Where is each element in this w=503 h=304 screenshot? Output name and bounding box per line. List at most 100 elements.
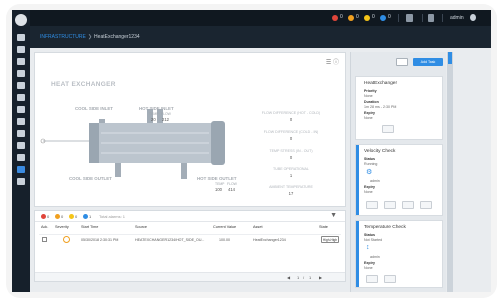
nav-docs-icon[interactable] [17,82,25,89]
major-alert-icon[interactable] [348,15,354,21]
task-title: Temperature Check [364,225,406,230]
cool-outlet-pipe [115,163,121,177]
help-icon[interactable] [428,14,434,22]
nav-tags-icon[interactable] [17,154,25,161]
priority-label: Priority [364,89,377,93]
nav-chart-icon[interactable] [17,130,25,137]
prev-page-icon[interactable]: ◀ [287,275,290,280]
ack-checkbox[interactable] [42,237,47,242]
breadcrumb-parent[interactable]: INFRASTRUCTURE [40,34,86,40]
settings-icon[interactable]: ☰ [326,60,331,66]
metric-label: AMBIENT TEMPERATURE [269,185,313,189]
metric-value: 1 [289,173,293,178]
cool-side-outlet-label: COOL SIDE OUTLET [69,176,112,181]
edit-button[interactable] [366,201,378,209]
major-filter-icon[interactable] [55,214,60,219]
running-icon: ⚙ [366,169,373,176]
col-source[interactable]: Source [135,225,147,229]
critical-alert-icon[interactable] [332,15,338,21]
col-state[interactable]: State [319,225,328,229]
info-alert-count: 0 [388,14,391,20]
expiry-value: None [364,190,373,194]
col-current-value[interactable]: Current Value [213,225,236,229]
breadcrumb-current: HeatExchanger1234 [94,34,140,40]
minor-alert-count: 0 [372,14,375,20]
scrollbar-thumb[interactable] [448,52,452,64]
info-alert-icon[interactable] [380,15,386,21]
user-avatar-icon[interactable] [470,14,476,21]
user-name[interactable]: admin [450,15,464,21]
state-badge[interactable]: High-High [321,236,339,243]
next-page-icon[interactable]: ▶ [319,275,322,280]
hot-inlet-flow-value: 212 [162,117,169,122]
nav-home-icon[interactable] [17,34,25,41]
col-severity[interactable]: Severity [55,225,69,229]
nav-alerts-icon[interactable] [17,70,25,77]
hot-side-inlet-label: HOT SIDE INLET [139,106,174,111]
current-value-cell: 100.00 [219,238,230,242]
nav-users-icon[interactable] [17,142,25,149]
task-card[interactable]: Velocity Check Status Running ⚙ admin Ex… [355,144,443,216]
asset-card[interactable]: HeatExchanger Priority None Duration 1m … [355,76,443,140]
app-logo [15,14,27,26]
col-start-time[interactable]: Start Time [81,225,98,229]
alarm-search[interactable]: Total alarms: 1 [99,214,125,219]
critical-alert-count: 0 [340,14,343,20]
nav-calendar-icon[interactable] [17,178,25,185]
info-filter-icon[interactable] [83,214,88,219]
add-task-button[interactable]: Add Task [413,58,443,66]
duration-label: Duration [364,100,379,104]
pagination: ◀ 1 / 1 ▶ [35,272,345,281]
metric-label: FLOW DIFFERENCE (HOT - COLD) [261,111,321,115]
metric-value: 0 [289,136,293,141]
heat-exchanger-diagram: ☰ ⓘ HEAT EXCHANGER COOL SIDE INLET HOT S… [34,52,346,207]
col-ack[interactable]: Ack. [41,225,48,229]
settings-button[interactable] [382,125,394,133]
expiry-label: Expiry [364,261,375,265]
minor-alert-icon[interactable] [364,15,370,21]
expiry-value: None [364,116,373,120]
nav-database-icon[interactable] [17,94,25,101]
major-count: 0 [61,214,64,219]
task-user: admin [370,179,380,183]
scrollbar-track[interactable] [447,52,453,292]
divider [398,14,399,22]
help-icon[interactable]: ⓘ [333,60,339,66]
grid-icon[interactable] [406,14,413,22]
table-row[interactable]: 05/30/2018 2:30:31 PM HEATEXCHANGER1234/… [39,234,341,244]
hot-inlet-flow-label: FLOW [161,112,171,116]
breadcrumb: INFRASTRUCTURE ❯ HeatExchanger1234 [30,26,491,48]
nav-reports-icon[interactable] [17,46,25,53]
col-asset[interactable]: Asset [253,225,263,229]
task-card[interactable]: Temperature Check Status Not Started ↕ a… [355,220,443,288]
thermometer-icon: ↕ [366,244,370,251]
nav-assets-icon[interactable] [17,166,25,173]
edit-button[interactable] [366,275,378,283]
severity-icon [63,236,70,243]
settings-button[interactable] [384,275,396,283]
filter-icon[interactable] [396,58,408,66]
metric-label: FLOW DIFFERENCE (COLD - IN) [263,130,319,134]
minor-filter-icon[interactable] [69,214,74,219]
download-button[interactable] [402,201,414,209]
tasks-panel: Add Task HeatExchanger Priority None Dur… [350,52,453,292]
status-value: Running [364,162,378,166]
settings-button[interactable] [420,201,432,209]
start-time-cell: 05/30/2018 2:30:31 PM [81,238,119,242]
metric-value: 0 [289,117,293,122]
total-pages: 1 [309,275,312,280]
nav-tools-icon[interactable] [17,118,25,125]
alarms-columns: Ack. Severity Start Time Source Current … [35,225,345,233]
metric-label: TUBE OPERATIONAL [273,167,309,171]
nav-files-icon[interactable] [17,58,25,65]
cool-side-inlet-label: COOL SIDE INLET [75,106,113,111]
right-head [211,121,225,165]
expiry-label: Expiry [364,111,375,115]
diagram-tools: ☰ ⓘ [326,57,339,66]
nav-settings-icon[interactable] [17,106,25,113]
filter-icon[interactable]: ▼ [330,212,337,219]
critical-filter-icon[interactable] [41,214,46,219]
metric-value: 17 [288,191,294,196]
copy-button[interactable] [384,201,396,209]
source-cell: HEATEXCHANGER1234/HOT_SIDE_OU... [135,238,205,242]
